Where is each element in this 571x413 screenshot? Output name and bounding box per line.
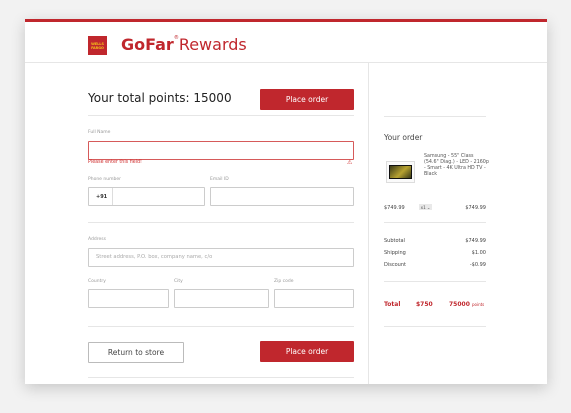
city-input[interactable]	[174, 289, 269, 308]
total-points-value: 75000	[449, 301, 470, 308]
address-placeholder: Street address, P.O. box, company name, …	[96, 254, 213, 260]
phone-prefix-divider	[112, 188, 113, 205]
divider	[384, 222, 486, 223]
divider	[88, 377, 354, 378]
subtotal-label: Subtotal	[384, 238, 405, 244]
email-label: Email ID	[210, 177, 229, 182]
divider	[88, 222, 354, 223]
gofar-rewards-logo: GoFar®Rewards	[121, 35, 247, 54]
shipping-label: Shipping	[384, 250, 406, 256]
quantity-select[interactable]: x1 ⌄	[419, 204, 432, 210]
divider	[384, 116, 486, 117]
phone-label: Phone number	[88, 177, 121, 182]
brand-rewards: Rewards	[178, 35, 247, 54]
tv-icon	[389, 165, 412, 179]
brand-gofar: GoFar	[121, 35, 174, 54]
discount-value: -$0.99	[469, 262, 486, 268]
phone-prefix: +91	[96, 194, 108, 200]
place-order-button-bottom[interactable]: Place order	[260, 341, 354, 362]
full-name-error: Please enter this field!	[88, 160, 142, 165]
checkout-card: WELLS FARGO GoFar®Rewards Your total poin…	[25, 19, 547, 384]
full-name-label: Full Name	[88, 130, 111, 135]
product-name: Samsung - 55" Class (54.6" Diag.) - LED …	[424, 154, 489, 177]
total-points-title: Your total points: 15000	[88, 91, 232, 105]
total-label: Total	[384, 301, 401, 308]
shipping-value: $1.00	[471, 250, 486, 256]
divider	[88, 115, 354, 116]
city-label: City	[174, 279, 183, 284]
divider	[384, 326, 486, 327]
country-input[interactable]	[88, 289, 169, 308]
column-divider	[368, 62, 369, 384]
address-label: Address	[88, 237, 106, 242]
chevron-down-icon: ⌄	[426, 204, 431, 210]
header: WELLS FARGO GoFar®Rewards	[25, 22, 547, 63]
divider	[384, 281, 486, 282]
place-order-button-top[interactable]: Place order	[260, 89, 354, 110]
email-input[interactable]	[210, 187, 354, 206]
country-label: Country	[88, 279, 106, 284]
unit-price: $749.99	[384, 205, 405, 211]
wells-fargo-logo: WELLS FARGO	[88, 36, 107, 55]
discount-label: Discount	[384, 262, 406, 268]
zip-input[interactable]	[274, 289, 354, 308]
total-points-unit: points	[471, 302, 485, 307]
quantity-value: x1	[420, 204, 426, 210]
divider	[88, 326, 354, 327]
total-points: 75000 points	[449, 301, 484, 308]
your-order-title: Your order	[384, 133, 423, 142]
full-name-input[interactable]	[88, 141, 354, 160]
product-image	[386, 161, 415, 183]
total-value: $750	[416, 301, 433, 308]
warning-icon: ⚠	[347, 159, 353, 166]
zip-label: Zip code	[274, 279, 294, 284]
subtotal-value: $749.99	[465, 238, 486, 244]
return-to-store-button[interactable]: Return to store	[88, 342, 184, 363]
line-total: $749.99	[465, 205, 486, 211]
